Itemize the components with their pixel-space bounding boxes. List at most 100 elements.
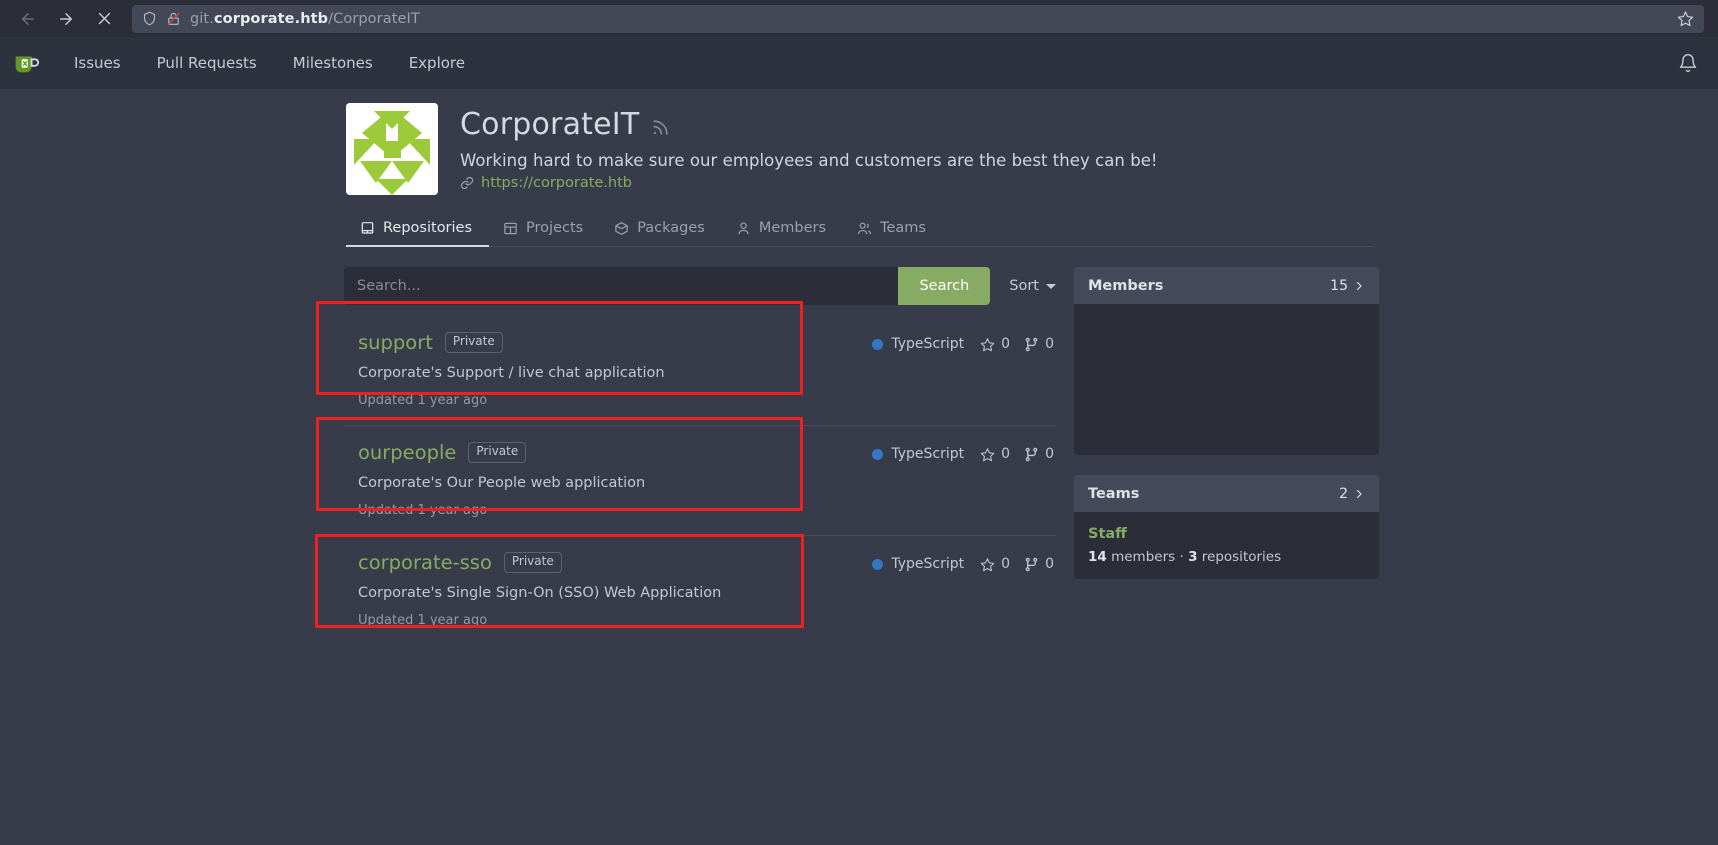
tab-projects[interactable]: Projects bbox=[489, 212, 600, 247]
members-count-group: 15 bbox=[1330, 278, 1365, 294]
team-members-count: 14 bbox=[1088, 549, 1107, 565]
url-host: corporate.htb bbox=[213, 10, 329, 27]
organization-meta: CorporateIT Working hard to make sure ou… bbox=[460, 103, 1158, 195]
chevron-down-icon bbox=[1046, 283, 1056, 289]
url-bar[interactable]: git.corporate.htb/CorporateIT bbox=[132, 4, 1704, 33]
teams-card-header[interactable]: Teams 2 bbox=[1074, 475, 1379, 512]
teams-card: Teams 2 Staff 14 members · 3 repositorie… bbox=[1074, 475, 1379, 579]
table-row[interactable]: corporate-sso Private Corporate's Single… bbox=[344, 536, 1056, 645]
content-columns: Search Sort support Private bbox=[344, 267, 1379, 645]
browser-forward-button[interactable] bbox=[52, 5, 80, 33]
fork-count: 0 bbox=[1045, 446, 1054, 462]
language-color-dot bbox=[872, 338, 884, 350]
repo-icon bbox=[360, 221, 375, 236]
gitea-navbar: Issues Pull Requests Milestones Explore bbox=[0, 37, 1718, 89]
repository-language: TypeScript bbox=[872, 446, 964, 462]
nav-explore[interactable]: Explore bbox=[391, 46, 483, 80]
bookmark-star-icon[interactable] bbox=[1671, 10, 1694, 27]
browser-stop-button[interactable] bbox=[90, 5, 118, 33]
members-card-body bbox=[1074, 304, 1379, 455]
team-meta: 14 members · 3 repositories bbox=[1088, 549, 1365, 565]
repository-forks[interactable]: 0 bbox=[1024, 336, 1054, 352]
teams-card-body: Staff 14 members · 3 repositories bbox=[1074, 512, 1379, 579]
organization-title-row: CorporateIT bbox=[460, 107, 1158, 142]
team-repos-count: 3 bbox=[1188, 549, 1198, 565]
nav-pull-requests[interactable]: Pull Requests bbox=[139, 46, 275, 80]
members-count: 15 bbox=[1330, 277, 1348, 294]
url-prefix: git. bbox=[190, 10, 214, 27]
repository-forks[interactable]: 0 bbox=[1024, 446, 1054, 462]
repository-language: TypeScript bbox=[872, 336, 964, 352]
star-count: 0 bbox=[1001, 336, 1011, 352]
sort-label: Sort bbox=[1009, 278, 1039, 294]
repository-list: support Private Corporate's Support / li… bbox=[344, 316, 1056, 645]
tab-repositories[interactable]: Repositories bbox=[346, 212, 490, 247]
repository-info: corporate-sso Private Corporate's Single… bbox=[358, 551, 872, 628]
table-row[interactable]: support Private Corporate's Support / li… bbox=[344, 316, 1056, 426]
members-card-title: Members bbox=[1088, 277, 1164, 294]
chevron-right-icon bbox=[1353, 488, 1365, 500]
repository-forks[interactable]: 0 bbox=[1024, 556, 1054, 572]
teams-count-group: 2 bbox=[1339, 486, 1365, 502]
gitea-mug-logo[interactable] bbox=[8, 46, 42, 80]
status-badge: Private bbox=[503, 552, 562, 573]
tab-projects-label: Projects bbox=[526, 220, 584, 236]
organization-website: https://corporate.htb bbox=[460, 175, 1158, 191]
sort-dropdown[interactable]: Sort bbox=[1009, 278, 1056, 294]
members-card: Members 15 bbox=[1074, 267, 1379, 455]
language-color-dot bbox=[872, 448, 884, 460]
repository-updated: Updated 1 year ago bbox=[358, 393, 488, 408]
repository-info: ourpeople Private Corporate's Our People… bbox=[358, 441, 872, 518]
fork-count: 0 bbox=[1045, 556, 1054, 572]
sidebar-column: Members 15 Teams 2 Staff 14 members · 3 … bbox=[1074, 267, 1379, 645]
repository-stars[interactable]: 0 bbox=[980, 446, 1010, 462]
star-count: 0 bbox=[1001, 446, 1011, 462]
status-badge: Private bbox=[444, 332, 503, 353]
repository-info: support Private Corporate's Support / li… bbox=[358, 331, 872, 408]
page-body: CorporateIT Working hard to make sure ou… bbox=[0, 89, 1718, 845]
list-item: Staff 14 members · 3 repositories bbox=[1088, 526, 1365, 565]
repository-description: Corporate's Single Sign-On (SSO) Web App… bbox=[358, 585, 722, 601]
teams-card-title: Teams bbox=[1088, 485, 1140, 502]
repository-name-link[interactable]: ourpeople bbox=[358, 441, 456, 464]
language-name: TypeScript bbox=[891, 446, 965, 462]
browser-chrome: git.corporate.htb/CorporateIT bbox=[0, 0, 1718, 37]
repository-title-row: support Private bbox=[358, 331, 872, 354]
organization-identicon-avatar[interactable] bbox=[346, 103, 438, 195]
url-text: git.corporate.htb/CorporateIT bbox=[190, 11, 420, 27]
bell-icon[interactable] bbox=[1678, 53, 1704, 73]
tab-teams[interactable]: Teams bbox=[843, 212, 943, 247]
table-row[interactable]: ourpeople Private Corporate's Our People… bbox=[344, 426, 1056, 536]
team-name-link[interactable]: Staff bbox=[1088, 526, 1365, 542]
repository-stats: TypeScript 0 0 bbox=[872, 551, 1054, 572]
team-repos-word: repositories bbox=[1201, 549, 1282, 565]
organization-website-link[interactable]: https://corporate.htb bbox=[481, 175, 632, 191]
browser-back-button[interactable] bbox=[14, 5, 42, 33]
tab-members[interactable]: Members bbox=[722, 212, 843, 247]
insecure-lock-icon[interactable] bbox=[166, 11, 181, 27]
search-button[interactable]: Search bbox=[898, 267, 991, 305]
language-name: TypeScript bbox=[891, 336, 965, 352]
team-members-word: members bbox=[1111, 549, 1176, 565]
rss-feed-icon[interactable] bbox=[651, 112, 670, 137]
repository-name-link[interactable]: corporate-sso bbox=[358, 551, 492, 574]
repository-updated: Updated 1 year ago bbox=[358, 503, 488, 518]
members-card-header[interactable]: Members 15 bbox=[1074, 267, 1379, 304]
search-input-wrapper bbox=[344, 267, 899, 305]
repository-name-link[interactable]: support bbox=[358, 331, 433, 354]
package-icon bbox=[614, 221, 629, 236]
shield-icon bbox=[142, 11, 157, 26]
tab-packages[interactable]: Packages bbox=[600, 212, 722, 247]
navbar-links: Issues Pull Requests Milestones Explore bbox=[56, 46, 483, 80]
star-icon bbox=[980, 447, 995, 462]
nav-issues[interactable]: Issues bbox=[56, 46, 139, 80]
repository-stats: TypeScript 0 0 bbox=[872, 331, 1054, 352]
organization-tabs: Repositories Projects Packages Members T… bbox=[344, 212, 1374, 247]
repository-stars[interactable]: 0 bbox=[980, 556, 1010, 572]
nav-milestones[interactable]: Milestones bbox=[275, 46, 391, 80]
search-input[interactable] bbox=[344, 267, 899, 305]
repository-stars[interactable]: 0 bbox=[980, 336, 1010, 352]
fork-icon bbox=[1024, 557, 1039, 572]
chevron-right-icon bbox=[1353, 280, 1365, 292]
fork-icon bbox=[1024, 447, 1039, 462]
